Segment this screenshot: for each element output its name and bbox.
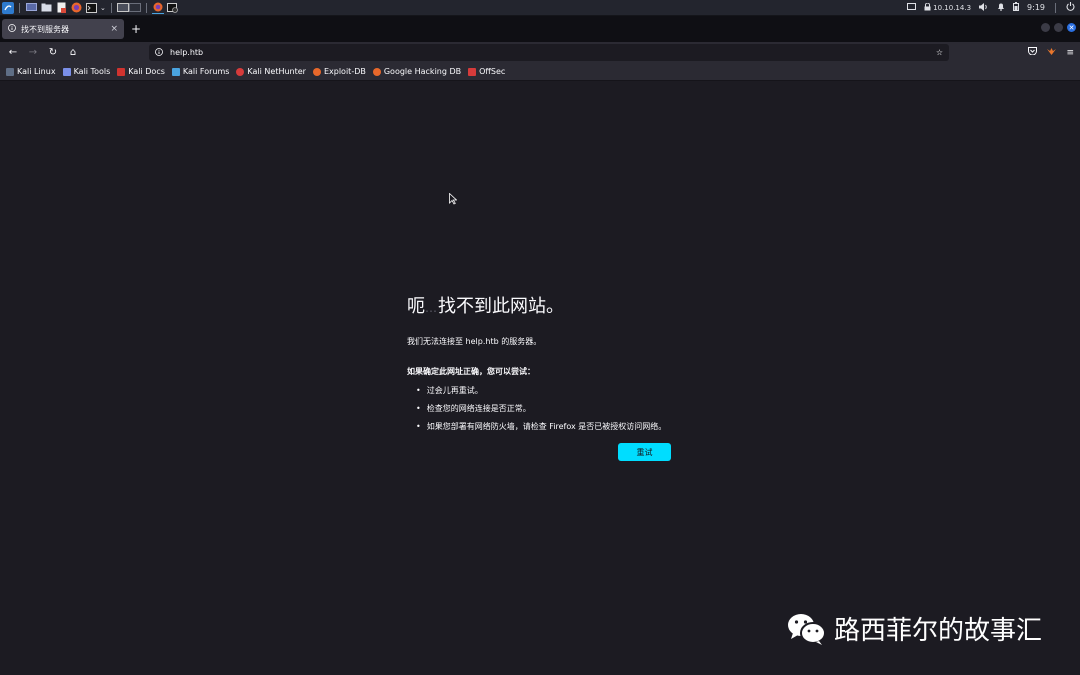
show-desktop-icon[interactable]: [25, 2, 37, 14]
bookmark-offsec[interactable]: OffSec: [468, 67, 505, 76]
workspace-switcher[interactable]: [116, 2, 141, 14]
taskbar-divider: [110, 2, 112, 13]
notification-bell-icon[interactable]: [997, 2, 1005, 13]
bookmark-label: Kali NetHunter: [247, 67, 306, 76]
ghdb-icon: [372, 67, 381, 76]
wechat-watermark: 路西菲尔的故事汇: [786, 610, 1042, 647]
launcher-dropdown-icon[interactable]: ⌄: [100, 4, 106, 12]
volume-icon[interactable]: [979, 2, 989, 13]
text-editor-icon[interactable]: [55, 2, 67, 14]
suggestion-item: 过会儿再重试。: [416, 385, 677, 396]
back-button[interactable]: ←: [3, 43, 23, 63]
home-icon: ⌂: [69, 47, 77, 58]
bookmark-label: OffSec: [479, 67, 506, 76]
bookmark-star-icon[interactable]: ☆: [936, 48, 943, 57]
tab-close-icon[interactable]: ×: [110, 24, 118, 34]
firefox-launcher-icon[interactable]: [70, 2, 82, 14]
tab-title: 找不到服务器: [21, 24, 69, 34]
bookmark-exploit-db[interactable]: Exploit-DB: [312, 67, 366, 76]
reload-icon: ↻: [48, 47, 58, 58]
firefox-window-button[interactable]: [151, 2, 164, 14]
bookmark-label: Kali Docs: [128, 67, 165, 76]
taskbar-divider: [145, 2, 147, 13]
close-window-button[interactable]: ✕: [1067, 23, 1076, 32]
site-info-icon[interactable]: [155, 47, 163, 58]
page-content: 呃…找不到此网站。 我们无法连接至 help.htb 的服务器。 如果确定此网址…: [0, 82, 1080, 675]
taskbar-divider: [1055, 2, 1056, 13]
bookmarks-toolbar: Kali Linux Kali Tools Kali Docs Kali For…: [0, 63, 1080, 81]
terminal-icon[interactable]: [85, 2, 97, 14]
bookmark-kali-tools[interactable]: Kali Tools: [62, 67, 111, 76]
kali-menu-icon[interactable]: [2, 1, 14, 14]
error-title-main: 找不到此网站。: [438, 296, 564, 317]
nethunter-icon: [236, 67, 245, 76]
error-description: 我们无法连接至 help.htb 的服务器。: [407, 337, 542, 346]
pocket-icon[interactable]: [1028, 47, 1038, 58]
bookmark-label: Kali Tools: [73, 67, 111, 76]
file-manager-icon[interactable]: [40, 2, 52, 14]
bookmark-kali-docs[interactable]: Kali Docs: [117, 67, 165, 76]
toolbar-right: ≡: [1028, 44, 1074, 61]
extension-fox-icon[interactable]: [1047, 47, 1057, 59]
error-title-dots: …: [425, 301, 438, 315]
suggestion-list: 过会儿再重试。 检查您的网络连接是否正常。 如果您部署有网络防火墙，请检查 Fi…: [407, 385, 677, 432]
retry-button[interactable]: 重试: [618, 443, 671, 461]
maximize-button[interactable]: [1054, 23, 1063, 32]
vpn-ip: 10.10.14.3: [933, 3, 972, 12]
vpn-indicator[interactable]: 10.10.14.3: [924, 2, 972, 13]
info-icon: [8, 24, 16, 34]
error-title: 呃…找不到此网站。: [407, 292, 677, 318]
suggestion-item: 如果您部署有网络防火墙，请检查 Firefox 是否已被授权访问网络。: [416, 421, 677, 432]
window-controls: ✕: [1041, 23, 1076, 32]
logout-icon[interactable]: [1066, 2, 1075, 13]
error-title-prefix: 呃: [407, 296, 425, 317]
url-text[interactable]: help.htb: [170, 48, 203, 57]
battery-icon[interactable]: [1013, 2, 1020, 13]
os-taskbar: ⌄ 10.10.14.3 9:19: [0, 0, 1080, 16]
suggestion-heading: 如果确定此网址正确，您可以尝试：: [407, 367, 535, 376]
new-tab-button[interactable]: +: [131, 22, 141, 36]
watermark-text: 路西菲尔的故事汇: [834, 616, 1043, 646]
vpn-lock-icon: [924, 2, 931, 13]
minimize-button[interactable]: [1041, 23, 1050, 32]
url-bar[interactable]: help.htb ☆: [149, 44, 949, 61]
bookmark-kali-linux[interactable]: Kali Linux: [6, 67, 56, 76]
back-arrow-icon: ←: [8, 47, 18, 58]
bookmark-label: Exploit-DB: [323, 67, 366, 76]
tab-active[interactable]: 找不到服务器 ×: [2, 19, 124, 39]
bookmark-label: Kali Forums: [182, 67, 230, 76]
kali-dragon-icon: [6, 67, 14, 76]
bookmark-label: Google Hacking DB: [383, 67, 462, 76]
error-panel: 呃…找不到此网站。 我们无法连接至 help.htb 的服务器。 如果确定此网址…: [407, 292, 677, 461]
wechat-icon: [788, 613, 826, 645]
bookmark-kali-nethunter[interactable]: Kali NetHunter: [236, 67, 306, 76]
exploit-db-icon: [312, 67, 321, 76]
offsec-icon: [468, 67, 477, 76]
bookmark-label: Kali Linux: [17, 67, 56, 76]
forward-button[interactable]: →: [23, 43, 43, 63]
reload-button[interactable]: ↻: [43, 43, 63, 63]
mouse-cursor-icon: [449, 193, 457, 205]
bookmark-google-hacking-db[interactable]: Google Hacking DB: [372, 67, 462, 76]
screen-icon[interactable]: [907, 2, 917, 13]
clock[interactable]: 9:19: [1027, 3, 1045, 12]
kali-tools-icon: [62, 67, 71, 76]
browser-tab-bar: 找不到服务器 × + ✕: [0, 16, 1080, 42]
menu-hamburger-icon[interactable]: ≡: [1066, 48, 1074, 58]
kali-forums-icon: [171, 67, 180, 76]
taskbar-divider: [19, 2, 20, 13]
home-button[interactable]: ⌂: [63, 43, 83, 63]
navigation-toolbar: ← → ↻ ⌂ help.htb ☆ ≡: [0, 42, 1080, 63]
suggestion-item: 检查您的网络连接是否正常。: [416, 403, 677, 414]
bookmark-kali-forums[interactable]: Kali Forums: [171, 67, 230, 76]
forward-arrow-icon: →: [28, 47, 38, 58]
terminal-window-button[interactable]: [167, 2, 179, 14]
kali-docs-icon: [117, 67, 126, 76]
